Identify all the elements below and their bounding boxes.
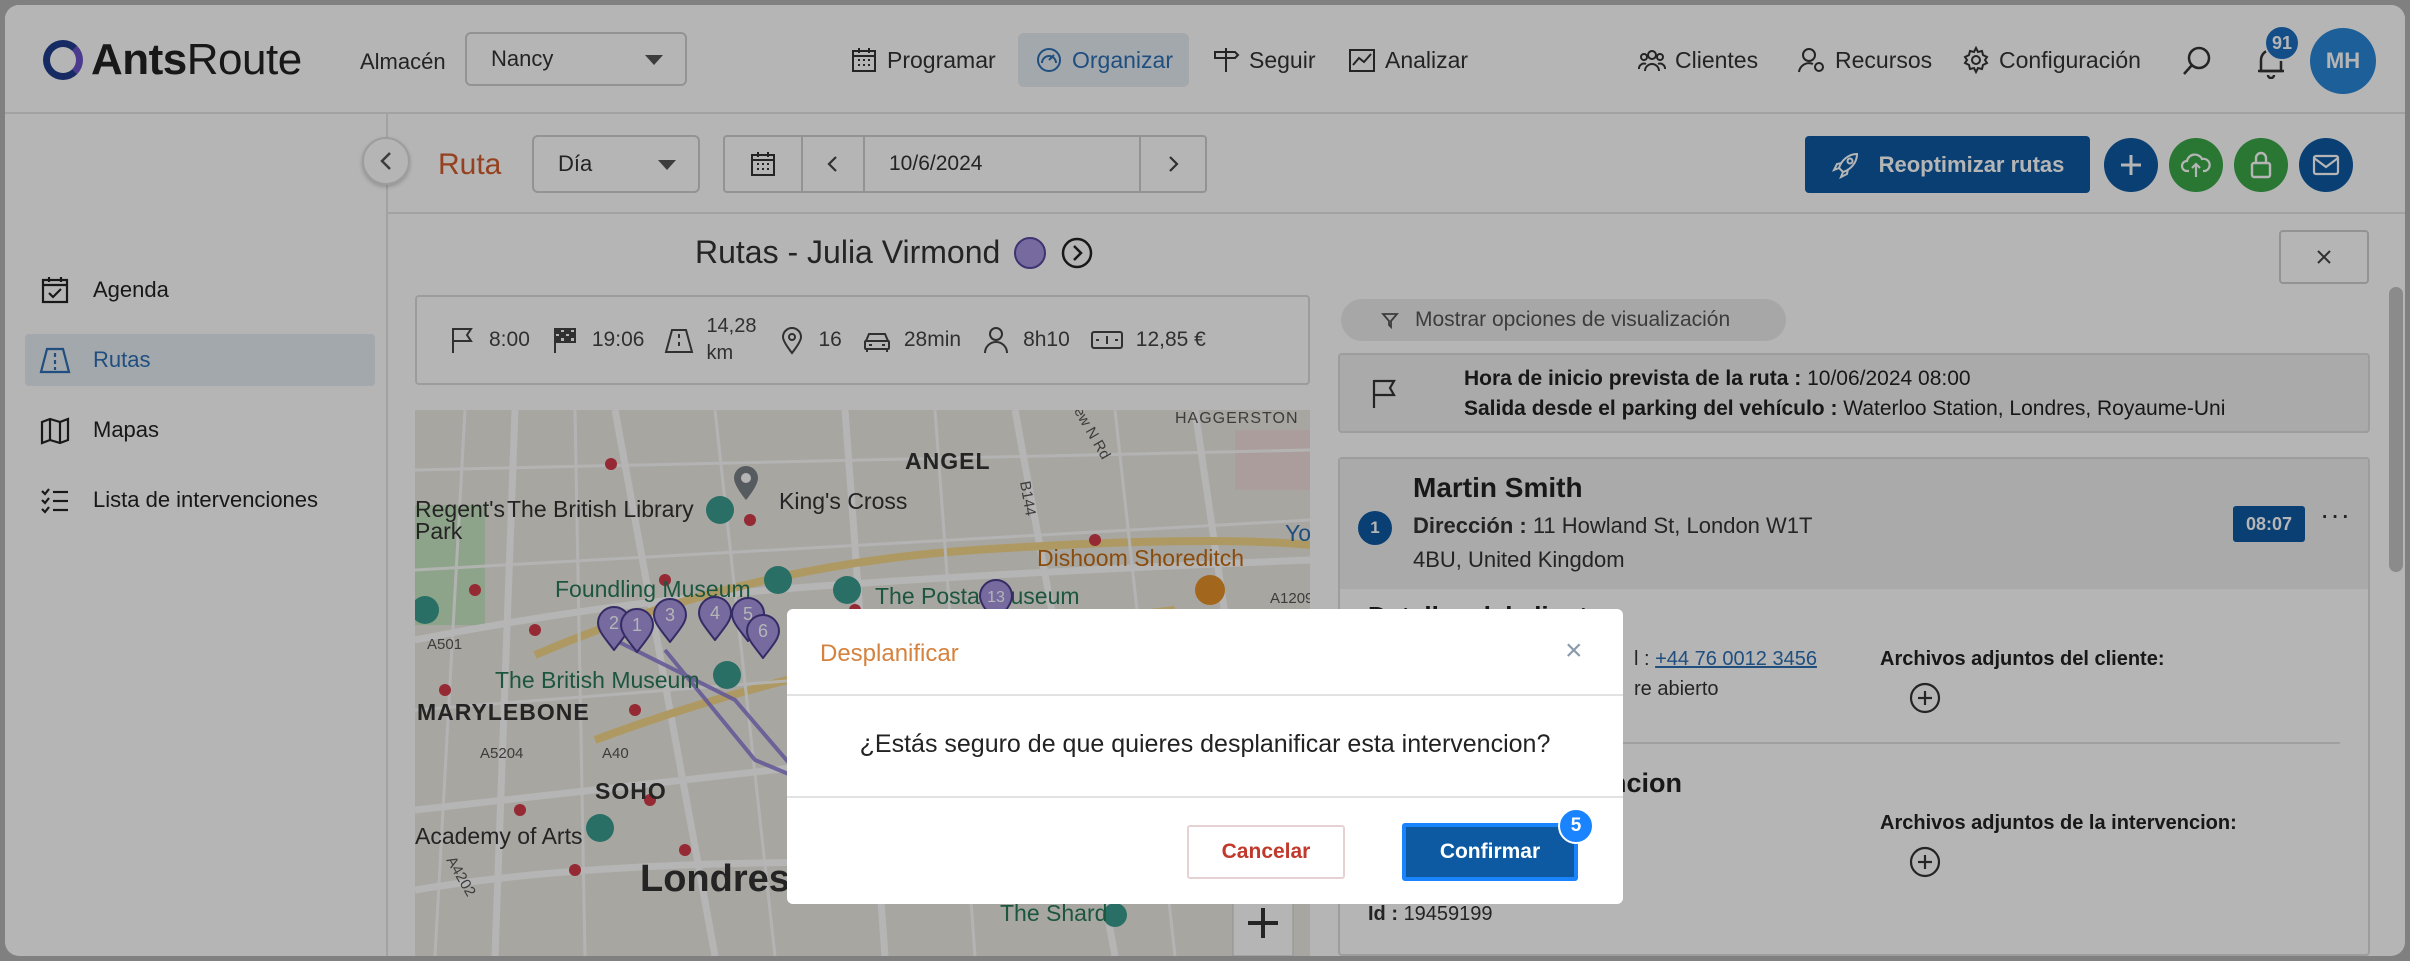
dialog-close-icon[interactable]: × <box>1565 634 1583 668</box>
step-indicator-badge: 5 <box>1558 808 1594 844</box>
dialog-divider <box>787 694 1623 696</box>
confirm-button[interactable]: Confirmar <box>1402 823 1578 881</box>
dialog-divider <box>787 796 1623 798</box>
cancel-button[interactable]: Cancelar <box>1187 825 1345 879</box>
dialog-question: ¿Estás seguro de que quieres desplanific… <box>859 730 1551 758</box>
unplan-dialog: Desplanificar × ¿Estás seguro de que qui… <box>787 609 1623 904</box>
dialog-title: Desplanificar <box>820 640 959 667</box>
